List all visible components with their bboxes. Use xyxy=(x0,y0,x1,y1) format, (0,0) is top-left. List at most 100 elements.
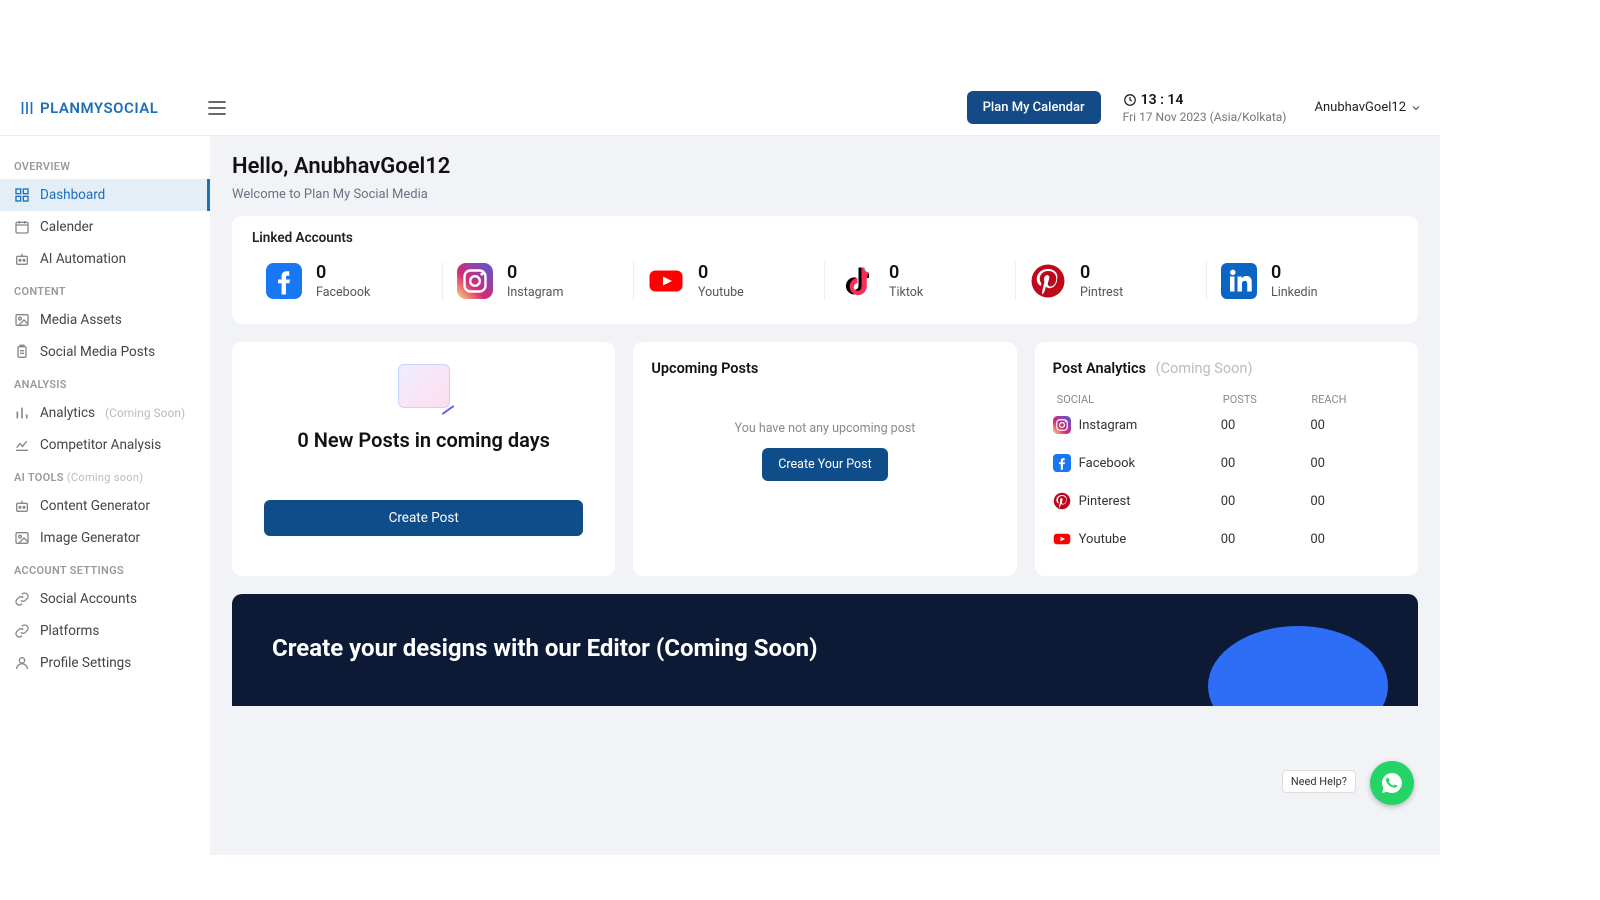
need-help-tooltip: Need Help? xyxy=(1282,770,1356,793)
sidebar-item-media-assets[interactable]: Media Assets xyxy=(0,304,210,336)
clipboard-icon xyxy=(14,344,30,360)
sidebar-item-analytics[interactable]: Analytics (Coming Soon) xyxy=(0,397,210,429)
account-name: Linkedin xyxy=(1271,285,1318,300)
youtube-icon xyxy=(648,263,684,299)
menu-toggle-button[interactable] xyxy=(208,101,226,115)
analytics-col-reach: Reach xyxy=(1311,393,1400,406)
account-facebook[interactable]: 0 Facebook xyxy=(252,258,443,304)
sidebar-item-label: Analytics xyxy=(40,405,95,421)
page-title: Hello, AnubhavGoel12 xyxy=(232,154,1418,179)
sidebar-item-dashboard[interactable]: Dashboard xyxy=(0,179,210,211)
sidebar-item-content-generator[interactable]: Content Generator xyxy=(0,490,210,522)
whatsapp-icon xyxy=(1380,771,1404,795)
grid-icon xyxy=(14,187,30,203)
analytics-coming-soon: (Coming Soon) xyxy=(1156,360,1253,377)
account-count: 0 xyxy=(507,262,563,283)
clock-time: 13 : 14 xyxy=(1141,92,1184,108)
account-count: 0 xyxy=(316,262,370,283)
account-count: 0 xyxy=(1080,262,1123,283)
sidebar-heading: CONTENT xyxy=(0,275,210,304)
link-icon xyxy=(14,591,30,607)
account-pintrest[interactable]: 0 Pintrest xyxy=(1016,258,1207,304)
sidebar: OVERVIEW DashboardCalenderAI AutomationC… xyxy=(0,136,210,855)
analytics-reach-value: 00 xyxy=(1310,418,1400,433)
analytics-reach-value: 00 xyxy=(1310,494,1400,509)
plan-my-calendar-button[interactable]: Plan My Calendar xyxy=(967,91,1101,124)
post-analytics-card: Post Analytics (Coming Soon) Social Post… xyxy=(1035,342,1418,576)
sidebar-item-label: Competitor Analysis xyxy=(40,437,161,453)
instagram-icon xyxy=(1053,416,1071,434)
sidebar-item-ai-automation[interactable]: AI Automation xyxy=(0,243,210,275)
linked-accounts-title: Linked Accounts xyxy=(252,230,1398,246)
analytics-header-row: Social Posts Reach xyxy=(1053,393,1400,406)
sidebar-item-calender[interactable]: Calender xyxy=(0,211,210,243)
pinterest-icon xyxy=(1053,492,1071,510)
whatsapp-help-button[interactable] xyxy=(1370,761,1414,805)
analytics-social-name: Facebook xyxy=(1079,456,1135,471)
sidebar-item-image-generator[interactable]: Image Generator xyxy=(0,522,210,554)
analytics-col-posts: Posts xyxy=(1223,393,1312,406)
analytics-social-name: Pinterest xyxy=(1079,494,1131,509)
sidebar-item-label: Image Generator xyxy=(40,530,140,546)
sidebar-item-label: Social Media Posts xyxy=(40,344,155,360)
chevron-down-icon xyxy=(1410,102,1422,114)
account-youtube[interactable]: 0 Youtube xyxy=(634,258,825,304)
robot-icon xyxy=(14,251,30,267)
account-count: 0 xyxy=(1271,262,1318,283)
page-subtitle: Welcome to Plan My Social Media xyxy=(232,187,1418,202)
analytics-posts-value: 00 xyxy=(1221,456,1311,471)
new-posts-card: 0 New Posts in coming days Create Post xyxy=(232,342,615,576)
sidebar-item-label: Social Accounts xyxy=(40,591,137,607)
sidebar-heading: ACCOUNT SETTINGS xyxy=(0,554,210,583)
analytics-reach-value: 00 xyxy=(1310,532,1400,547)
account-instagram[interactable]: 0 Instagram xyxy=(443,258,634,304)
sidebar-item-competitor-analysis[interactable]: Competitor Analysis xyxy=(0,429,210,461)
linkedin-icon xyxy=(1221,263,1257,299)
sidebar-item-profile-settings[interactable]: Profile Settings xyxy=(0,647,210,679)
clock-date: Fri 17 Nov 2023 (Asia/Kolkata) xyxy=(1123,110,1287,124)
sidebar-item-label: Media Assets xyxy=(40,312,122,328)
sidebar-item-platforms[interactable]: Platforms xyxy=(0,615,210,647)
instagram-icon xyxy=(457,263,493,299)
user-name: AnubhavGoel12 xyxy=(1315,100,1407,115)
linked-accounts-card: Linked Accounts 0 Facebook 0 Instagram 0… xyxy=(232,216,1418,324)
analytics-row: Pinterest 00 00 xyxy=(1053,482,1400,520)
create-post-button[interactable]: Create Post xyxy=(264,500,584,536)
account-name: Tiktok xyxy=(889,285,923,300)
sidebar-item-label: Profile Settings xyxy=(40,655,131,671)
clock-icon xyxy=(1123,93,1137,107)
sidebar-item-label: AI Automation xyxy=(40,251,126,267)
account-linkedin[interactable]: 0 Linkedin xyxy=(1207,258,1398,304)
editor-heading: Create your designs with our Editor (Com… xyxy=(272,634,1378,662)
sidebar-item-social-media-posts[interactable]: Social Media Posts xyxy=(0,336,210,368)
youtube-icon xyxy=(1053,530,1071,548)
analytics-reach-value: 00 xyxy=(1310,456,1400,471)
account-tiktok[interactable]: 0 Tiktok xyxy=(825,258,1016,304)
bars-icon xyxy=(14,405,30,421)
pinterest-icon xyxy=(1030,263,1066,299)
upcoming-posts-card: Upcoming Posts You have not any upcoming… xyxy=(633,342,1016,576)
analytics-posts-value: 00 xyxy=(1221,418,1311,433)
upcoming-empty-message: You have not any upcoming post xyxy=(651,421,998,436)
image-icon xyxy=(14,312,30,328)
account-count: 0 xyxy=(889,262,923,283)
analytics-row: Facebook 00 00 xyxy=(1053,444,1400,482)
chartline-icon xyxy=(14,437,30,453)
analytics-row: Youtube 00 00 xyxy=(1053,520,1400,558)
analytics-title: Post Analytics xyxy=(1053,360,1146,377)
brand-logo[interactable]: PLANMYSOCIAL xyxy=(18,99,158,117)
image-icon xyxy=(14,530,30,546)
user-menu[interactable]: AnubhavGoel12 xyxy=(1315,100,1423,115)
analytics-posts-value: 00 xyxy=(1221,494,1311,509)
brand-text: PLANMYSOCIAL xyxy=(40,99,158,117)
analytics-social-name: Youtube xyxy=(1079,532,1127,547)
upcoming-title: Upcoming Posts xyxy=(651,360,998,377)
calendar-icon xyxy=(14,219,30,235)
analytics-posts-value: 00 xyxy=(1221,532,1311,547)
analytics-row: Instagram 00 00 xyxy=(1053,406,1400,444)
create-your-post-button[interactable]: Create Your Post xyxy=(762,448,887,481)
new-posts-heading: 0 New Posts in coming days xyxy=(297,428,550,452)
sidebar-heading: ANALYSIS xyxy=(0,368,210,397)
sidebar-item-social-accounts[interactable]: Social Accounts xyxy=(0,583,210,615)
account-name: Facebook xyxy=(316,285,370,300)
